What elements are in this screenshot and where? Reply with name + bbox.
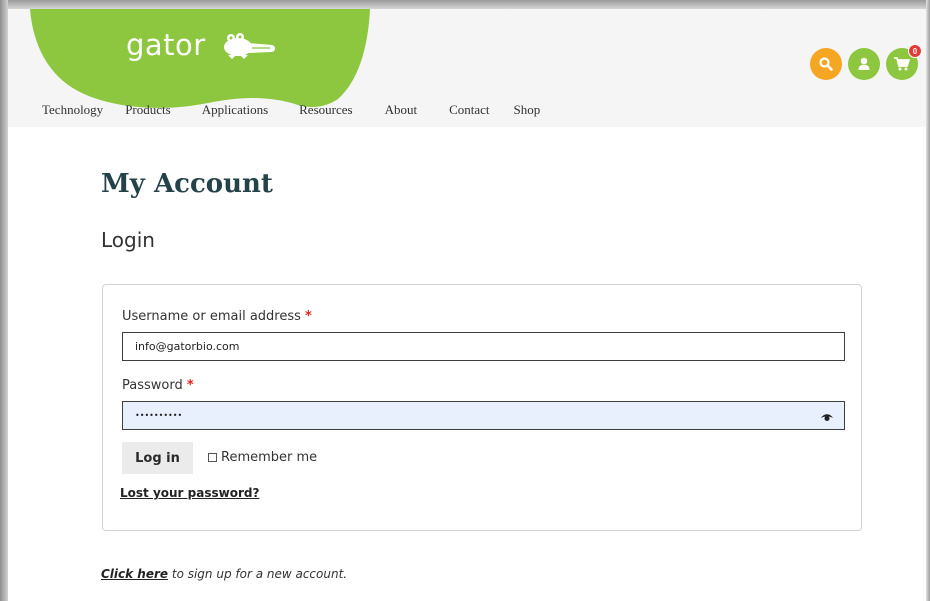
main-nav: Technology Products Applications Resourc… xyxy=(42,102,540,118)
signup-text: to sign up for a new account. xyxy=(168,567,348,581)
signup-link[interactable]: Click here xyxy=(101,567,168,581)
page-title: My Account xyxy=(101,169,273,199)
nav-item-applications[interactable]: Applications xyxy=(202,102,268,118)
page: gator Technology Products Applications R… xyxy=(8,9,926,601)
window-frame-top xyxy=(0,0,930,9)
account-button[interactable] xyxy=(848,48,880,80)
username-input[interactable]: info@gatorbio.com xyxy=(122,332,845,361)
nav-item-about[interactable]: About xyxy=(385,102,418,118)
lost-password-link[interactable]: Lost your password? xyxy=(120,486,259,500)
login-form: Username or email address * info@gatorbi… xyxy=(102,284,862,531)
nav-item-resources[interactable]: Resources xyxy=(299,102,352,118)
password-value: •••••••••• xyxy=(135,411,183,420)
window-frame-right xyxy=(926,0,930,601)
site-header: gator Technology Products Applications R… xyxy=(8,9,926,127)
nav-item-technology[interactable]: Technology xyxy=(42,102,103,118)
cart-count-badge: 0 xyxy=(908,44,922,58)
password-input[interactable]: •••••••••• xyxy=(122,401,845,430)
required-mark: * xyxy=(305,309,312,324)
signup-prompt: Click here to sign up for a new account. xyxy=(101,567,347,581)
nav-item-products[interactable]: Products xyxy=(125,102,171,118)
show-password-eye-icon[interactable] xyxy=(820,412,834,422)
logo-text[interactable]: gator xyxy=(126,28,206,62)
nav-item-shop[interactable]: Shop xyxy=(514,102,541,118)
search-button[interactable] xyxy=(810,48,842,80)
required-mark: * xyxy=(186,378,194,393)
window-frame-left xyxy=(0,0,8,601)
remember-me-checkbox[interactable] xyxy=(208,453,217,462)
username-label: Username or email address * xyxy=(122,309,312,324)
gator-logo-icon[interactable] xyxy=(218,33,278,59)
login-button[interactable]: Log in xyxy=(122,442,193,474)
section-title: Login xyxy=(101,228,155,252)
password-label: Password * xyxy=(122,378,194,393)
user-icon xyxy=(858,57,870,70)
search-icon xyxy=(819,57,833,71)
remember-me[interactable]: Remember me xyxy=(208,450,317,465)
nav-item-contact[interactable]: Contact xyxy=(449,102,489,118)
cart-icon xyxy=(894,57,910,71)
remember-me-label: Remember me xyxy=(221,450,318,465)
